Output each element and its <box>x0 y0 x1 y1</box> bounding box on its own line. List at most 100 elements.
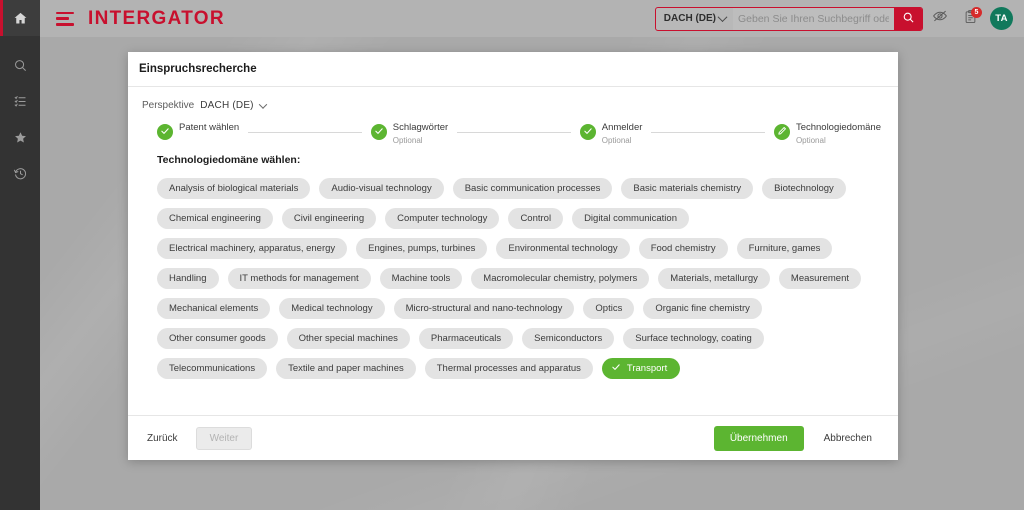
global-search: DACH (DE) <box>654 6 923 31</box>
stepper-step-3[interactable]: Anmelder Optional <box>579 122 643 145</box>
technology-domain-chip[interactable]: Optics <box>583 298 635 320</box>
section-title: Technologiedomäne wählen: <box>157 154 301 167</box>
technology-domain-chip[interactable]: Chemical engineering <box>157 208 273 230</box>
technology-domain-chip[interactable]: Basic materials chemistry <box>621 178 754 200</box>
technology-domain-chip-label: Electrical machinery, apparatus, energy <box>169 243 336 255</box>
privacy-toggle-button[interactable] <box>927 6 953 32</box>
technology-domain-chip-label: Textile and paper machines <box>288 363 404 375</box>
sidebar-item-history[interactable] <box>0 155 40 191</box>
sidebar-item-favorites[interactable] <box>0 119 40 155</box>
technology-domain-chip[interactable]: Pharmaceuticals <box>418 328 514 350</box>
search-perspective-select[interactable]: DACH (DE) <box>656 8 733 30</box>
technology-domain-chip[interactable]: IT methods for management <box>227 268 371 290</box>
technology-domain-chip[interactable]: Basic communication processes <box>452 178 613 200</box>
technology-domain-chip-label: Control <box>520 213 552 225</box>
technology-domain-chip[interactable]: Textile and paper machines <box>276 358 416 380</box>
technology-domain-chip[interactable]: Digital communication <box>572 208 689 230</box>
technology-domain-chip-label: Micro-structural and nano-technology <box>405 303 563 315</box>
stepper-step-text: Anmelder Optional <box>601 122 643 145</box>
technology-domain-chip-label: Analysis of biological materials <box>169 183 299 195</box>
stepper-step-1[interactable]: Patent wählen <box>157 122 240 140</box>
stepper-step-2[interactable]: Schlagwörter Optional <box>370 122 449 145</box>
technology-domain-chip[interactable]: Electrical machinery, apparatus, energy <box>157 238 348 260</box>
technology-domain-chip[interactable]: Analysis of biological materials <box>157 178 311 200</box>
search-icon <box>902 11 915 27</box>
cancel-button[interactable]: Abbrechen <box>816 427 880 450</box>
stepper-step-sublabel: Optional <box>392 135 423 145</box>
avatar[interactable]: TA <box>990 7 1013 30</box>
technology-domain-chip-label: Basic materials chemistry <box>633 183 742 195</box>
sidebar-item-search[interactable] <box>0 47 40 83</box>
perspective-value: DACH (DE) <box>200 100 254 111</box>
technology-domain-chip[interactable]: Environmental technology <box>496 238 630 260</box>
chevron-down-icon <box>258 99 267 109</box>
technology-domain-chip[interactable]: Macromolecular chemistry, polymers <box>471 268 650 290</box>
technology-domain-chip-label: Optics <box>595 303 623 315</box>
search-input[interactable] <box>733 7 894 30</box>
einspruchsrecherche-dialog: Einspruchsrecherche Perspektive DACH (DE… <box>128 52 898 460</box>
check-icon <box>374 123 384 141</box>
technology-domain-chip[interactable]: Surface technology, coating <box>623 328 764 350</box>
sidebar-item-tasks[interactable] <box>0 83 40 119</box>
stepper-step-label: Schlagwörter <box>392 122 449 133</box>
dialog-header: Einspruchsrecherche <box>128 52 898 87</box>
technology-domain-chip[interactable]: Materials, metallurgy <box>658 268 770 290</box>
technology-domain-chip-label: Basic communication processes <box>464 183 601 195</box>
technology-domain-chip[interactable]: Furniture, games <box>736 238 833 260</box>
stepper-step-label: Technologiedomäne <box>795 122 881 133</box>
technology-domain-chip-label: Pharmaceuticals <box>430 333 502 345</box>
technology-domain-chip[interactable]: Biotechnology <box>762 178 846 200</box>
technology-domain-chip-label: Food chemistry <box>650 243 716 255</box>
check-icon <box>611 362 621 375</box>
technology-domain-chip-label: Handling <box>169 273 207 285</box>
technology-domain-chip[interactable]: Engines, pumps, turbines <box>356 238 488 260</box>
technology-domain-chip[interactable]: Medical technology <box>279 298 385 320</box>
pencil-icon <box>777 123 787 141</box>
technology-domain-chip-label: Measurement <box>790 273 850 285</box>
stepper-step-text: Technologiedomäne Optional <box>795 122 881 145</box>
search-submit-button[interactable] <box>894 7 922 30</box>
next-button: Weiter <box>195 426 253 450</box>
technology-domain-chip[interactable]: Computer technology <box>385 208 500 230</box>
technology-domain-chip-label: Surface technology, coating <box>635 333 752 345</box>
technology-domain-chip[interactable]: Semiconductors <box>522 328 615 350</box>
technology-domain-chip[interactable]: Audio-visual technology <box>319 178 444 200</box>
left-sidebar <box>0 0 40 510</box>
technology-domain-chip[interactable]: Other special machines <box>286 328 410 350</box>
technology-domain-chip-label: Other special machines <box>298 333 398 345</box>
technology-domain-chip[interactable]: Telecommunications <box>157 358 268 380</box>
apply-button[interactable]: Übernehmen <box>713 425 804 451</box>
perspective-selector[interactable]: Perspektive DACH (DE) <box>139 99 887 111</box>
check-icon <box>160 123 170 141</box>
stepper-step-label: Anmelder <box>601 122 643 133</box>
technology-domain-chip[interactable]: Food chemistry <box>638 238 728 260</box>
technology-domain-chip[interactable]: Handling <box>157 268 219 290</box>
technology-domain-chip[interactable]: Mechanical elements <box>157 298 271 320</box>
star-icon <box>13 130 28 145</box>
technology-domain-chip[interactable]: Measurement <box>778 268 862 290</box>
back-button[interactable]: Zurück <box>139 427 186 450</box>
hamburger-icon[interactable] <box>56 11 74 26</box>
stepper-step-4[interactable]: Technologiedomäne Optional <box>773 122 881 145</box>
eye-off-icon <box>932 8 948 29</box>
technology-domain-chip-label: Other consumer goods <box>169 333 266 345</box>
technology-domain-chip[interactable]: Organic fine chemistry <box>643 298 762 320</box>
technology-domain-chip[interactable]: Thermal processes and apparatus <box>424 358 593 380</box>
notes-button[interactable]: 5 <box>957 6 983 32</box>
technology-domain-chip-label: Thermal processes and apparatus <box>436 363 581 375</box>
sidebar-item-home[interactable] <box>0 0 40 36</box>
technology-domain-chip[interactable]: Transport <box>601 358 681 380</box>
stepper-connector <box>651 132 765 133</box>
technology-domain-chip[interactable]: Control <box>508 208 564 230</box>
technology-domain-chip[interactable]: Other consumer goods <box>157 328 278 350</box>
stepper-step-indicator <box>157 124 173 140</box>
list-icon <box>13 94 28 109</box>
dialog-title: Einspruchsrecherche <box>139 63 257 75</box>
technology-domain-chip-label: Medical technology <box>291 303 373 315</box>
technology-domain-chip[interactable]: Micro-structural and nano-technology <box>393 298 575 320</box>
technology-domain-chip[interactable]: Machine tools <box>379 268 463 290</box>
technology-domain-chip-label: IT methods for management <box>239 273 359 285</box>
app-logo[interactable]: INTERGATOR <box>88 8 225 30</box>
stepper-step-label: Patent wählen <box>179 122 240 133</box>
technology-domain-chip[interactable]: Civil engineering <box>281 208 377 230</box>
